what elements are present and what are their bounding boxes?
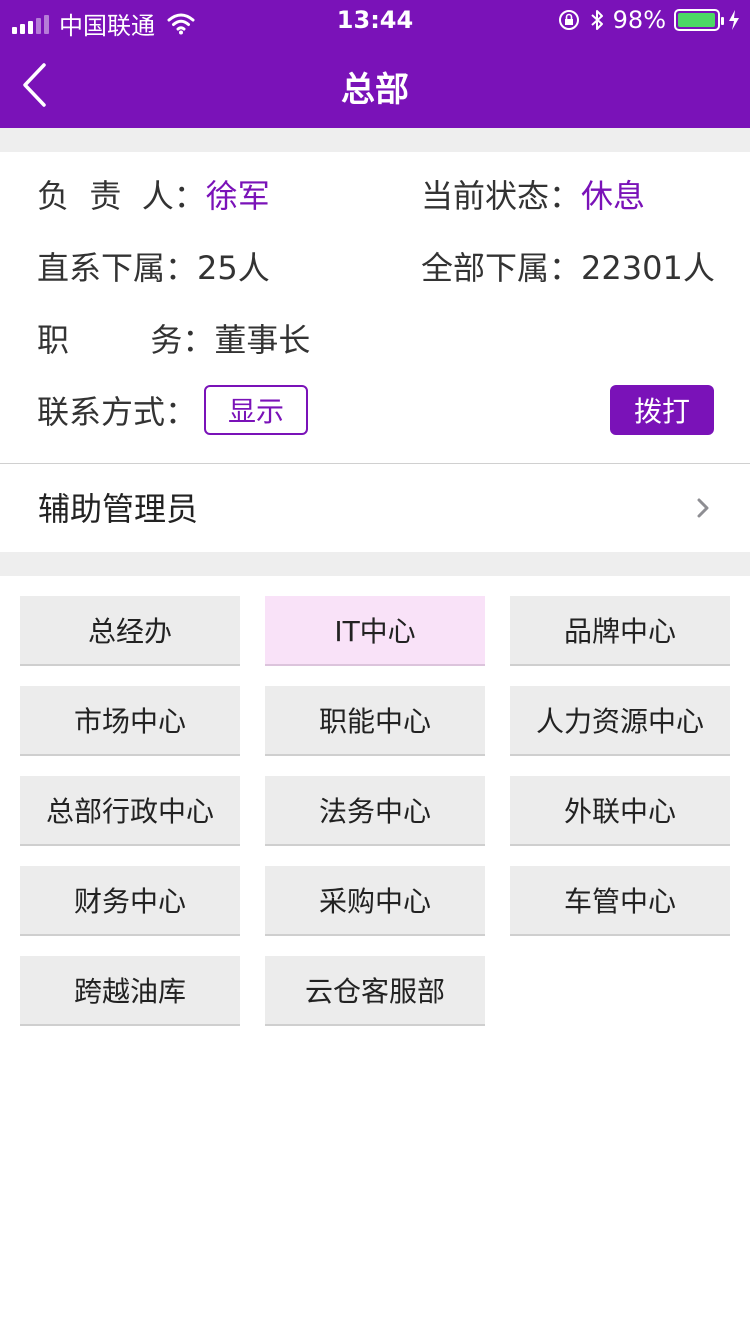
department-button[interactable]: 云仓客服部	[265, 956, 485, 1026]
department-button[interactable]: 财务中心	[20, 866, 240, 936]
department-button[interactable]: 总部行政中心	[20, 776, 240, 846]
contact-label: 联系方式：	[37, 393, 198, 431]
bluetooth-icon	[590, 10, 603, 30]
department-button[interactable]: 总经办	[20, 596, 240, 666]
direct-label: 直系下属：	[37, 249, 198, 287]
direct-value: 25人	[197, 249, 270, 287]
battery-icon	[674, 9, 724, 31]
department-button[interactable]: 外联中心	[510, 776, 730, 846]
status-bar: 中国联通 13:44 98%	[0, 0, 750, 40]
position-label: 职 务：	[37, 321, 215, 359]
department-button[interactable]: IT中心	[265, 596, 485, 666]
department-button[interactable]: 采购中心	[265, 866, 485, 936]
department-button[interactable]: 职能中心	[265, 686, 485, 756]
manager-info-card: 负 责 人： 徐军 当前状态： 休息 直系下属： 25人 全部下属： 22301…	[0, 152, 750, 463]
department-button[interactable]: 人力资源中心	[510, 686, 730, 756]
contact-row: 联系方式：	[37, 385, 197, 435]
state-value: 休息	[581, 177, 646, 215]
state-row: 当前状态： 休息	[421, 169, 645, 219]
position-row: 职 务： 董事长	[37, 313, 310, 363]
rotation-lock-icon	[558, 10, 579, 30]
position-value: 董事长	[214, 321, 311, 359]
assistant-admin-row[interactable]: 辅助管理员	[0, 464, 750, 552]
section-gap	[0, 128, 750, 152]
department-button[interactable]: 跨越油库	[20, 956, 240, 1026]
app-header: 中国联通 13:44 98% 总部	[0, 0, 750, 128]
charging-icon	[729, 10, 739, 30]
leader-row: 负 责 人： 徐军	[37, 169, 270, 219]
page-title: 总部	[341, 70, 409, 110]
call-button[interactable]: 拨打	[610, 385, 714, 435]
status-right: 98%	[557, 6, 740, 34]
assistant-admin-label: 辅助管理员	[38, 490, 199, 528]
leader-value: 徐军	[205, 177, 270, 215]
show-contact-button[interactable]: 显示	[204, 385, 308, 435]
battery-percent: 98%	[612, 6, 666, 34]
leader-label: 负 责 人：	[37, 177, 206, 215]
department-button[interactable]: 品牌中心	[510, 596, 730, 666]
battery-fill	[678, 13, 716, 27]
section-gap	[0, 552, 750, 576]
all-row: 全部下属： 22301人	[421, 241, 715, 291]
nav-bar: 总部	[0, 40, 750, 128]
all-label: 全部下属：	[421, 249, 582, 287]
direct-row: 直系下属： 25人	[37, 241, 270, 291]
state-label: 当前状态：	[421, 177, 582, 215]
department-button[interactable]: 法务中心	[265, 776, 485, 846]
department-button[interactable]: 市场中心	[20, 686, 240, 756]
chevron-right-icon	[697, 498, 709, 518]
department-button[interactable]: 车管中心	[510, 866, 730, 936]
all-value: 22301人	[581, 249, 715, 287]
